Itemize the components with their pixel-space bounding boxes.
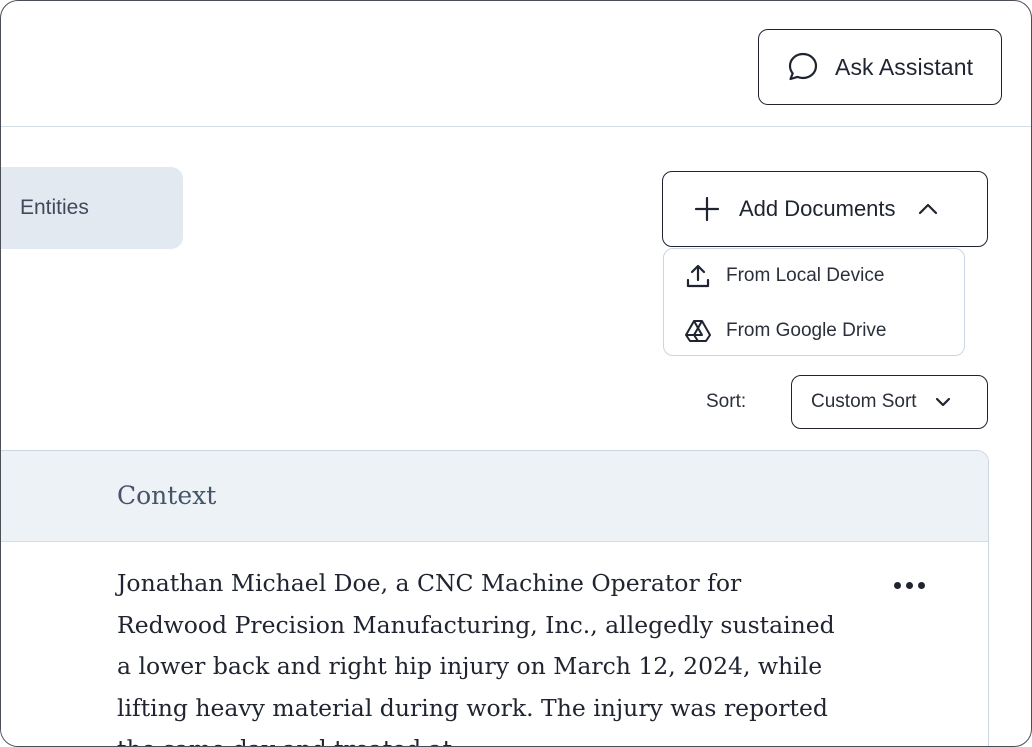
chevron-up-icon — [918, 203, 937, 215]
upload-icon — [686, 264, 710, 288]
row-more-options-icon[interactable] — [887, 571, 931, 599]
app-window: Ask Assistant Entities Add Documents Fro… — [0, 0, 1032, 747]
documents-table: t Context Jonathan Michael Doe, a CNC Ma… — [1, 450, 989, 746]
sort-selected-value: Custom Sort — [811, 391, 917, 412]
menu-item-label: From Local Device — [726, 265, 885, 286]
sort-label: Sort: — [706, 391, 747, 412]
chevron-down-icon — [935, 397, 950, 407]
ask-assistant-label: Ask Assistant — [835, 53, 974, 80]
chat-bubble-icon — [788, 52, 818, 81]
add-documents-button[interactable]: Add Documents — [662, 171, 988, 247]
ask-assistant-button[interactable]: Ask Assistant — [758, 29, 1002, 105]
google-drive-icon — [685, 320, 711, 342]
add-documents-menu: From Local Device From Google Drive — [663, 248, 965, 356]
menu-item-from-local-device[interactable]: From Local Device — [664, 252, 964, 300]
tab-entities[interactable]: Entities — [1, 167, 183, 249]
menu-item-from-google-drive[interactable]: From Google Drive — [664, 307, 964, 355]
menu-item-label: From Google Drive — [726, 320, 887, 341]
top-header: Ask Assistant — [1, 1, 1031, 127]
add-documents-label: Add Documents — [739, 196, 896, 221]
plus-icon — [694, 196, 720, 222]
table-cell-context: Jonathan Michael Doe, a CNC Machine Oper… — [117, 569, 835, 746]
sort-select[interactable]: Custom Sort — [791, 375, 988, 429]
column-header-context: Context — [117, 481, 217, 510]
previous-column-header-edge: t — [1, 483, 4, 507]
table-header: t Context — [1, 451, 988, 542]
tab-entities-label: Entities — [20, 196, 89, 219]
